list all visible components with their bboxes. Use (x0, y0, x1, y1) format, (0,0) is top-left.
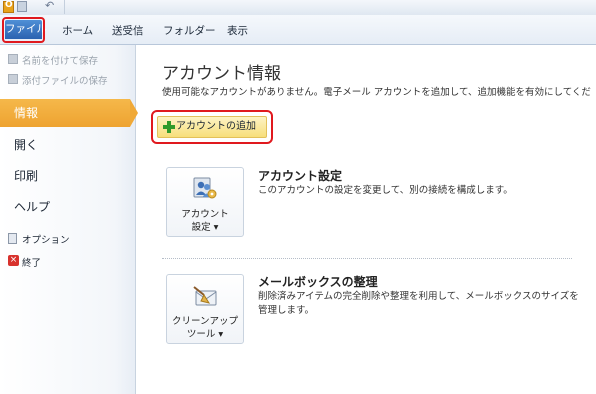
mailbox-cleanup-title: メールボックスの整理 (258, 275, 378, 289)
nav-item-help[interactable]: ヘルプ (0, 193, 135, 221)
account-settings-description: このアカウントの設定を変更して、別の接続を構成します。 (258, 185, 513, 196)
nav-save-as-label: 名前を付けて保存 (22, 56, 99, 67)
account-settings-title: アカウント設定 (258, 169, 343, 183)
tab-view[interactable]: 表示 (227, 23, 248, 38)
nav-options-label: オプション (22, 235, 70, 246)
account-settings-button-line2: 設定 ▾ (191, 222, 219, 233)
nav-item-open[interactable]: 開く (0, 131, 135, 159)
page-description: 使用可能なアカウントがありません。電子メール アカウントを追加して、追加機能を有… (162, 87, 591, 97)
exit-icon: × (8, 255, 19, 266)
account-settings-button-line1: アカウント (181, 209, 229, 220)
account-settings-button[interactable]: アカウント 設定 ▾ (166, 167, 244, 237)
section-divider (162, 258, 572, 260)
nav-save-attachments-label: 添付ファイルの保存 (22, 76, 108, 87)
save-attachments-icon (8, 74, 18, 84)
cleanup-tools-button[interactable]: クリーンアップ ツール ▾ (166, 274, 244, 344)
add-account-highlight (151, 110, 273, 144)
account-settings-icon (193, 177, 217, 199)
page-title: アカウント情報 (162, 64, 281, 84)
nav-options[interactable]: オプション (8, 232, 70, 246)
undo-icon[interactable]: ↶ (45, 0, 54, 12)
mailbox-cleanup-description: 削除済みアイテムの完全削除や整理を利用して、メールボックスのサイズを管理します。 (258, 291, 579, 316)
nav-item-info[interactable]: 情報 (0, 99, 138, 127)
save-icon[interactable] (17, 1, 27, 12)
cleanup-tools-icon (193, 286, 217, 306)
nav-exit-label: 終了 (22, 258, 42, 269)
cleanup-tools-button-line2: ツール ▾ (186, 329, 224, 340)
tab-home[interactable]: ホーム (62, 23, 93, 38)
cleanup-tools-button-line1: クリーンアップ (171, 316, 239, 327)
toolbar-divider (64, 0, 65, 14)
save-as-icon (8, 54, 18, 64)
options-icon (8, 233, 17, 244)
nav-exit[interactable]: × 終了 (8, 255, 42, 269)
backstage-nav: 名前を付けて保存 添付ファイルの保存 情報 開く 印刷 ヘルプ オプション × … (0, 45, 138, 394)
ribbon-tab-bar: ファイル ホーム 送受信 フォルダー 表示 (0, 15, 596, 45)
outlook-app-icon[interactable] (3, 0, 14, 13)
nav-save-as[interactable]: 名前を付けて保存 (8, 53, 99, 67)
file-tab-highlight (2, 17, 45, 43)
nav-item-print[interactable]: 印刷 (0, 162, 135, 190)
tab-folder[interactable]: フォルダー (163, 23, 216, 38)
quick-access-toolbar: ↶ (0, 0, 596, 15)
nav-save-attachments[interactable]: 添付ファイルの保存 (8, 73, 108, 87)
tab-send-receive[interactable]: 送受信 (112, 23, 144, 38)
